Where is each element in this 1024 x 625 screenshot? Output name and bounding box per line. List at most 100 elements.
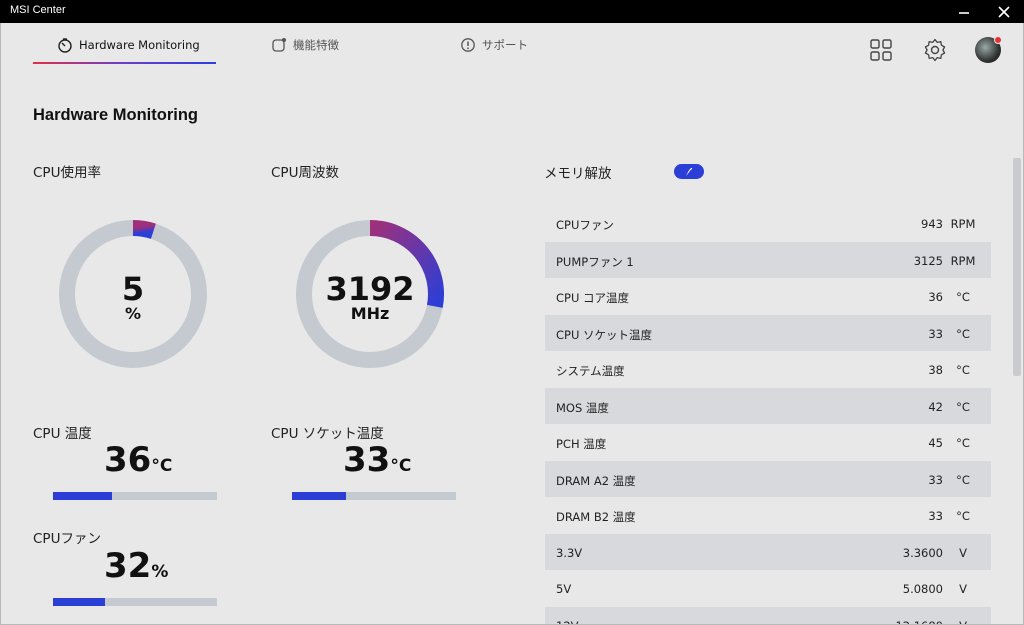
gear-icon[interactable] bbox=[922, 37, 948, 63]
tab-hardware-monitoring[interactable]: Hardware Monitoring bbox=[57, 34, 200, 56]
cpu-temp-bar-fill bbox=[53, 492, 113, 500]
socket-temp-value: 33°C bbox=[343, 440, 411, 480]
title-bar: MSI Center bbox=[0, 0, 1024, 23]
cpu-freq-label: CPU周波数 bbox=[271, 165, 339, 181]
cpu-freq-value: 3192 bbox=[325, 270, 415, 308]
sensor-unit: °C bbox=[956, 290, 970, 304]
sensor-unit: °C bbox=[956, 399, 970, 414]
tab-label: Hardware Monitoring bbox=[79, 38, 200, 52]
cpu-usage-arc bbox=[132, 220, 156, 239]
socket-temp-bar bbox=[292, 492, 456, 500]
memory-release-label: メモリ解放 bbox=[544, 166, 612, 182]
memory-release-button[interactable] bbox=[674, 164, 704, 179]
cpu-fan-value: 32% bbox=[104, 546, 168, 586]
close-button[interactable] bbox=[984, 0, 1024, 23]
sensor-row: CPUファン 943 RPM bbox=[545, 205, 991, 242]
sensor-row: CPU ソケット温度 33 °C bbox=[545, 314, 991, 351]
socket-temp-unit: °C bbox=[390, 456, 412, 476]
sensor-row: 12V 12.1680V bbox=[545, 606, 991, 625]
cpu-fan-bar-fill bbox=[53, 598, 106, 606]
sensor-name: CPUファン bbox=[556, 218, 614, 232]
notification-dot bbox=[994, 36, 1002, 44]
sensor-name: 3.3V bbox=[556, 545, 583, 560]
cpu-temp-label: CPU 温度 bbox=[33, 426, 92, 442]
tab-support[interactable]: サポート bbox=[460, 34, 528, 56]
sensor-name: システム温度 bbox=[556, 364, 625, 378]
sensor-value: 38 bbox=[928, 363, 943, 377]
window-title: MSI Center bbox=[10, 4, 66, 16]
cpu-fan-unit: % bbox=[151, 562, 169, 582]
sensor-unit: RPM bbox=[950, 253, 976, 268]
sensor-value: 3125 bbox=[913, 253, 943, 268]
sensor-value: 12.1680 bbox=[895, 619, 943, 625]
sensor-row: 5V 5.0800 V bbox=[545, 570, 991, 607]
cpu-temp-bar bbox=[53, 492, 217, 500]
rocket-icon bbox=[686, 167, 692, 176]
gauge-icon bbox=[58, 38, 72, 53]
sensor-value: 33 bbox=[928, 472, 943, 487]
cpu-fan-label: CPUファン bbox=[33, 531, 101, 547]
sensor-unit: V bbox=[959, 545, 967, 560]
page-title: Hardware Monitoring bbox=[33, 106, 199, 124]
sensor-name: PUMPファン 1 bbox=[556, 254, 634, 269]
cpu-temp-value: 36°C bbox=[104, 440, 172, 480]
cpu-fan-bar bbox=[53, 598, 217, 606]
sensor-name: MOS 温度 bbox=[556, 400, 609, 415]
sensor-name: DRAM A2 温度 bbox=[556, 473, 636, 488]
sensor-value: 33 bbox=[928, 326, 943, 341]
tab-label: サポート bbox=[482, 38, 528, 52]
cpu-usage-label: CPU使用率 bbox=[33, 165, 101, 181]
sensor-row: PCH 温度 45 °C bbox=[545, 424, 991, 461]
sensor-value: 36 bbox=[928, 290, 943, 304]
sensor-value: 5.0800 bbox=[902, 582, 943, 596]
cpu-fan-number: 32 bbox=[104, 546, 152, 586]
sensor-row: システム温度 38 °C bbox=[545, 351, 991, 388]
active-tab-indicator bbox=[33, 62, 216, 64]
sensor-unit: RPM bbox=[950, 217, 976, 231]
sensor-name: DRAM B2 温度 bbox=[556, 510, 636, 524]
sensor-list: CPUファン 943 RPM PUMPファン 1 3125 RPM CPU コア温度 36 °C… bbox=[545, 205, 991, 625]
close-icon bbox=[998, 5, 1010, 18]
sensor-value: 45 bbox=[928, 436, 943, 450]
sensor-value: 33 bbox=[928, 509, 943, 523]
sensor-name: PCH 温度 bbox=[556, 437, 607, 451]
grid-icon[interactable] bbox=[868, 37, 894, 63]
sensor-name: 5V bbox=[556, 582, 572, 596]
sensor-row: PUMPファン 1 3125 RPM bbox=[545, 241, 991, 278]
tab-features[interactable]: 機能特徴 bbox=[271, 34, 339, 56]
cpu-usage-unit: % bbox=[124, 304, 142, 323]
cpu-freq-unit: MHz bbox=[350, 304, 390, 323]
sensor-unit: V bbox=[943, 619, 983, 625]
minimize-icon bbox=[959, 11, 969, 14]
sensor-row: DRAM B2 温度 33 °C bbox=[545, 497, 991, 534]
features-icon bbox=[272, 38, 286, 52]
sensor-unit: V bbox=[959, 582, 967, 596]
sensor-unit: °C bbox=[956, 472, 970, 487]
socket-temp-label: CPU ソケット温度 bbox=[271, 426, 384, 442]
scrollbar[interactable] bbox=[1013, 158, 1021, 376]
sensor-row: 3.3V 3.3600 V bbox=[545, 533, 991, 570]
sensor-name: CPU ソケット温度 bbox=[556, 327, 653, 342]
cpu-temp-number: 36 bbox=[104, 440, 152, 480]
sensor-value: 42 bbox=[928, 399, 943, 414]
cpu-temp-unit: °C bbox=[151, 456, 173, 476]
support-icon bbox=[461, 38, 475, 52]
cpu-usage-gauge: 5 % bbox=[53, 214, 213, 374]
sensor-unit: °C bbox=[956, 436, 970, 450]
sensor-row: DRAM A2 温度 33 °C bbox=[545, 460, 991, 497]
avatar[interactable] bbox=[975, 36, 1002, 63]
sensor-row: MOS 温度 42 °C bbox=[545, 387, 991, 424]
sensor-name: 12V bbox=[556, 619, 579, 625]
sensor-unit: °C bbox=[956, 363, 970, 377]
sensor-unit: °C bbox=[956, 509, 970, 523]
cpu-usage-value: 5 bbox=[121, 270, 145, 308]
tab-label: 機能特徴 bbox=[293, 38, 339, 52]
sensor-value: 943 bbox=[921, 217, 943, 231]
sensor-unit: °C bbox=[956, 326, 970, 341]
sensor-row: CPU コア温度 36 °C bbox=[545, 278, 991, 315]
socket-temp-number: 33 bbox=[343, 440, 391, 480]
cpu-freq-gauge: 3192 MHz bbox=[290, 214, 450, 374]
sensor-name: CPU コア温度 bbox=[556, 291, 630, 305]
minimize-button[interactable] bbox=[944, 0, 984, 23]
socket-temp-bar-fill bbox=[292, 492, 347, 500]
